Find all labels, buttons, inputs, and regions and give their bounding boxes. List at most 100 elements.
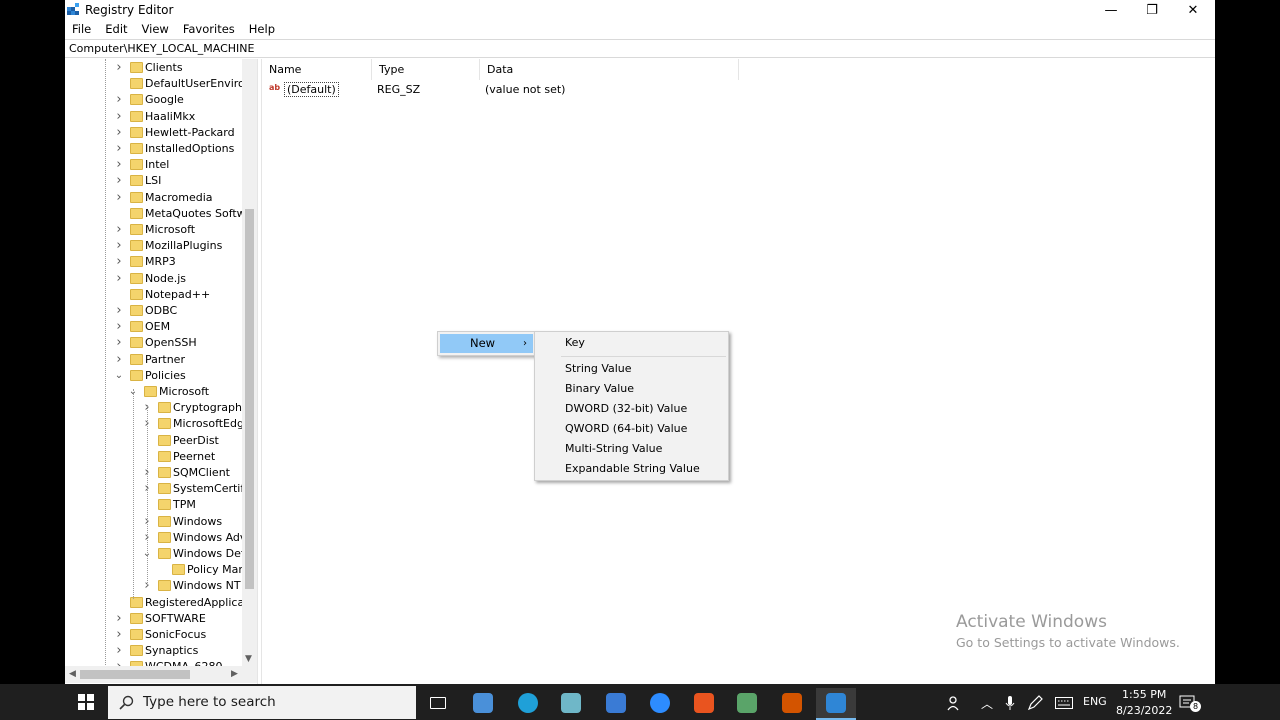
menu-help[interactable]: Help <box>242 20 282 39</box>
app-icon-7[interactable] <box>727 688 767 718</box>
tree-node[interactable]: › Windows Adva <box>65 530 257 546</box>
tree-horizontal-scrollbar[interactable]: ◀ ▶ <box>65 666 257 683</box>
edge-icon[interactable] <box>508 688 548 718</box>
task-view-icon[interactable] <box>418 688 458 718</box>
taskbar-search-box[interactable]: Type here to search <box>108 686 416 719</box>
menu-view[interactable]: View <box>135 20 176 39</box>
tree-vertical-scrollbar[interactable]: ▼ <box>242 59 257 666</box>
chevron-right-icon[interactable]: › <box>114 190 124 206</box>
zoom-icon[interactable] <box>640 688 680 718</box>
submenu-key[interactable]: Key <box>565 334 585 352</box>
menu-favorites[interactable]: Favorites <box>176 20 242 39</box>
app-icon-6[interactable] <box>684 688 724 718</box>
notification-center-icon[interactable]: 8 <box>1176 688 1201 718</box>
submenu-dword-value[interactable]: DWORD (32-bit) Value <box>565 400 687 418</box>
tree-node[interactable]: › InstalledOptions <box>65 141 257 157</box>
tree-node[interactable]: DefaultUserEnvironn <box>65 76 257 92</box>
tree-node[interactable]: › Partner <box>65 352 257 368</box>
tree-node[interactable]: › Hewlett-Packard <box>65 125 257 141</box>
tree-node[interactable]: › Node.js <box>65 271 257 287</box>
chevron-right-icon[interactable]: › <box>114 335 124 351</box>
app-icon-8[interactable] <box>772 688 812 718</box>
app-icon-1[interactable] <box>463 688 503 718</box>
tree-node[interactable]: › SonicFocus <box>65 627 257 643</box>
submenu-expandable-string-value[interactable]: Expandable String Value <box>565 460 700 478</box>
tree-node[interactable]: › Clients <box>65 60 257 76</box>
chevron-right-icon[interactable]: › <box>114 238 124 254</box>
submenu-multi-string-value[interactable]: Multi-String Value <box>565 440 662 458</box>
app-icon-3[interactable] <box>551 688 591 718</box>
tree-node[interactable]: ⌄ Microsoft <box>65 384 257 400</box>
tree-node[interactable]: › ODBC <box>65 303 257 319</box>
microphone-icon[interactable] <box>1000 688 1020 718</box>
tree-node[interactable]: › MozillaPlugins <box>65 238 257 254</box>
language-indicator[interactable]: ENG <box>1083 695 1107 708</box>
tree-node[interactable]: › SQMClient <box>65 465 257 481</box>
regedit-icon[interactable] <box>816 688 856 720</box>
submenu-qword-value[interactable]: QWORD (64-bit) Value <box>565 420 687 438</box>
chevron-right-icon[interactable]: › <box>114 271 124 287</box>
tree-node[interactable]: Peernet <box>65 449 257 465</box>
chevron-right-icon[interactable]: › <box>114 611 124 627</box>
chevron-right-icon[interactable]: › <box>114 125 124 141</box>
chevron-right-icon[interactable]: › <box>114 627 124 643</box>
scroll-right-arrow-icon[interactable]: ▶ <box>231 669 238 679</box>
tree-node[interactable]: Notepad++ <box>65 287 257 303</box>
keyboard-icon[interactable] <box>1052 688 1076 718</box>
tree-node[interactable]: › Intel <box>65 157 257 173</box>
tree-node[interactable]: › Microsoft <box>65 222 257 238</box>
tree-vertical-scroll-thumb[interactable] <box>245 209 254 589</box>
submenu-binary-value[interactable]: Binary Value <box>565 380 634 398</box>
chevron-right-icon[interactable]: › <box>114 643 124 659</box>
tree-horizontal-scroll-thumb[interactable] <box>80 670 190 679</box>
close-button[interactable]: ✕ <box>1172 0 1214 20</box>
chevron-right-icon[interactable]: › <box>114 352 124 368</box>
chevron-right-icon[interactable]: › <box>114 173 124 189</box>
minimize-button[interactable]: — <box>1090 0 1132 20</box>
title-bar[interactable]: Registry Editor — ❐ ✕ <box>65 0 1215 20</box>
context-menu-new[interactable]: New › <box>440 334 533 353</box>
tree-node[interactable]: › LSI <box>65 173 257 189</box>
tree-node[interactable]: RegisteredApplicati <box>65 595 257 611</box>
registry-tree[interactable]: › Clients DefaultUserEnvironn › Google › Haali… <box>65 59 257 683</box>
chevron-right-icon[interactable]: › <box>114 109 124 125</box>
tree-node[interactable]: › OpenSSH <box>65 335 257 351</box>
tree-node[interactable]: › MicrosoftEdge <box>65 416 257 432</box>
tree-node[interactable]: › Windows <box>65 514 257 530</box>
chevron-right-icon[interactable]: › <box>114 319 124 335</box>
menu-file[interactable]: File <box>65 20 98 39</box>
restore-button[interactable]: ❐ <box>1131 0 1173 20</box>
scroll-left-arrow-icon[interactable]: ◀ <box>69 669 76 679</box>
submenu-string-value[interactable]: String Value <box>565 360 632 378</box>
chevron-right-icon[interactable]: › <box>114 303 124 319</box>
tree-node[interactable]: ⌄ Windows Defe <box>65 546 257 562</box>
tree-node[interactable]: PeerDist <box>65 433 257 449</box>
chevron-right-icon[interactable]: › <box>114 60 124 76</box>
people-icon[interactable] <box>940 688 970 718</box>
clock-date[interactable]: 8/23/2022 <box>1116 704 1172 717</box>
column-header-name[interactable]: Name <box>262 59 372 80</box>
tree-node[interactable]: ⌄ Policies <box>65 368 257 384</box>
show-hidden-icons-chevron-icon[interactable]: ︿ <box>976 688 998 718</box>
tree-node[interactable]: › Google <box>65 92 257 108</box>
pen-icon[interactable] <box>1024 688 1046 718</box>
column-header-data[interactable]: Data <box>480 59 739 80</box>
chevron-right-icon[interactable]: › <box>114 157 124 173</box>
tree-node[interactable]: MetaQuotes Softwar <box>65 206 257 222</box>
chevron-down-icon[interactable]: ⌄ <box>114 368 124 384</box>
chevron-right-icon[interactable]: › <box>114 141 124 157</box>
tree-node[interactable]: Policy Man <box>65 562 257 578</box>
tree-node[interactable]: › OEM <box>65 319 257 335</box>
tree-node[interactable]: › SOFTWARE <box>65 611 257 627</box>
menu-edit[interactable]: Edit <box>98 20 134 39</box>
address-bar[interactable]: Computer\HKEY_LOCAL_MACHINE <box>65 39 1215 58</box>
tree-node[interactable]: › SystemCertific <box>65 481 257 497</box>
scroll-down-arrow-icon[interactable]: ▼ <box>245 654 252 664</box>
chevron-right-icon[interactable]: › <box>114 92 124 108</box>
clock-time[interactable]: 1:55 PM <box>1122 688 1166 701</box>
tree-node[interactable]: › Cryptography <box>65 400 257 416</box>
tree-node[interactable]: › Synaptics <box>65 643 257 659</box>
chevron-right-icon[interactable]: › <box>114 222 124 238</box>
app-icon-4[interactable] <box>596 688 636 718</box>
chevron-right-icon[interactable]: › <box>114 254 124 270</box>
